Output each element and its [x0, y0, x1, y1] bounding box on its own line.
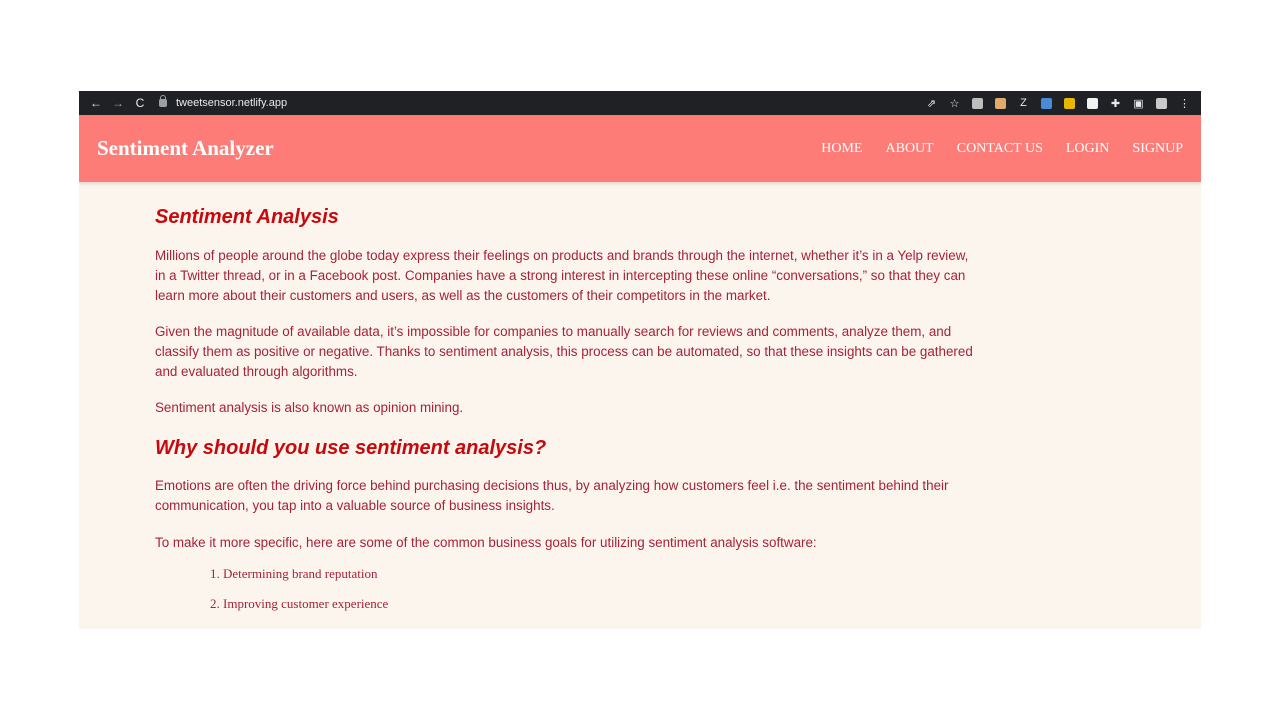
site-header: Sentiment Analyzer HOME ABOUT CONTACT US…	[79, 115, 1201, 182]
camera-extension-icon[interactable]	[969, 95, 986, 112]
back-arrow-icon[interactable]: ←	[85, 93, 107, 113]
extension-swatch	[1156, 97, 1167, 109]
extension-swatch	[1041, 97, 1052, 109]
extension-swatch	[995, 97, 1006, 109]
paragraph-emotions: Emotions are often the driving force beh…	[155, 478, 949, 513]
translate-extension-icon[interactable]	[1038, 95, 1055, 112]
paragraph-data: Given the magnitude of available data, i…	[155, 324, 973, 379]
toolbar-actions: ⇗ ☆ Z ✚ ▣ ⋮	[923, 95, 1195, 112]
z-extension-icon[interactable]: Z	[1015, 95, 1032, 112]
bookmark-star-icon[interactable]: ☆	[946, 95, 963, 112]
heading-sentiment-analysis: Sentiment Analysis	[155, 206, 339, 228]
extension-swatch	[1064, 97, 1075, 109]
main-content: Sentiment Analysis Millions of people ar…	[79, 182, 979, 619]
paragraph-opinion-mining: Sentiment analysis is also known as opin…	[155, 400, 464, 415]
extension-swatch	[1087, 97, 1098, 109]
main-nav: HOME ABOUT CONTACT US LOGIN SIGNUP	[798, 141, 1183, 157]
nav-contact-us[interactable]: CONTACT US	[957, 141, 1043, 157]
address-bar[interactable]: tweetsensor.netlify.app	[159, 95, 287, 109]
heading-why-use: Why should you use sentiment analysis?	[155, 437, 547, 459]
paragraph-goals-intro: To make it more specific, here are some …	[155, 535, 817, 550]
color-extension-icon[interactable]	[1061, 95, 1078, 112]
paragraph-intro: Millions of people around the globe toda…	[155, 248, 969, 303]
square-extension-icon[interactable]	[1084, 95, 1101, 112]
reload-icon[interactable]: C	[129, 93, 151, 113]
side-panel-icon[interactable]: ▣	[1130, 95, 1147, 112]
nav-about[interactable]: ABOUT	[886, 141, 934, 157]
forward-arrow-icon[interactable]: →	[107, 93, 129, 113]
list-item: 1. Determining brand reputation	[210, 566, 378, 581]
nav-login[interactable]: LOGIN	[1066, 141, 1110, 157]
profile-avatar-icon[interactable]	[1153, 95, 1170, 112]
extension-swatch	[972, 97, 983, 109]
goals-list: 1. Determining brand reputation 2. Impro…	[155, 559, 979, 619]
lock-icon	[159, 95, 167, 107]
browser-menu-icon[interactable]: ⋮	[1176, 95, 1193, 112]
nav-signup[interactable]: SIGNUP	[1132, 141, 1183, 157]
browser-window: ← → C tweetsensor.netlify.app ⇗ ☆ Z ✚ ▣ …	[79, 91, 1201, 629]
share-icon[interactable]: ⇗	[923, 95, 940, 112]
envelope-extension-icon[interactable]	[992, 95, 1009, 112]
brand-title[interactable]: Sentiment Analyzer	[97, 136, 274, 161]
nav-home[interactable]: HOME	[821, 141, 862, 157]
puzzle-extensions-icon[interactable]: ✚	[1107, 95, 1124, 112]
browser-toolbar: ← → C tweetsensor.netlify.app ⇗ ☆ Z ✚ ▣ …	[79, 91, 1201, 115]
list-item: 2. Improving customer experience	[210, 596, 389, 611]
url-text[interactable]: tweetsensor.netlify.app	[176, 97, 287, 109]
